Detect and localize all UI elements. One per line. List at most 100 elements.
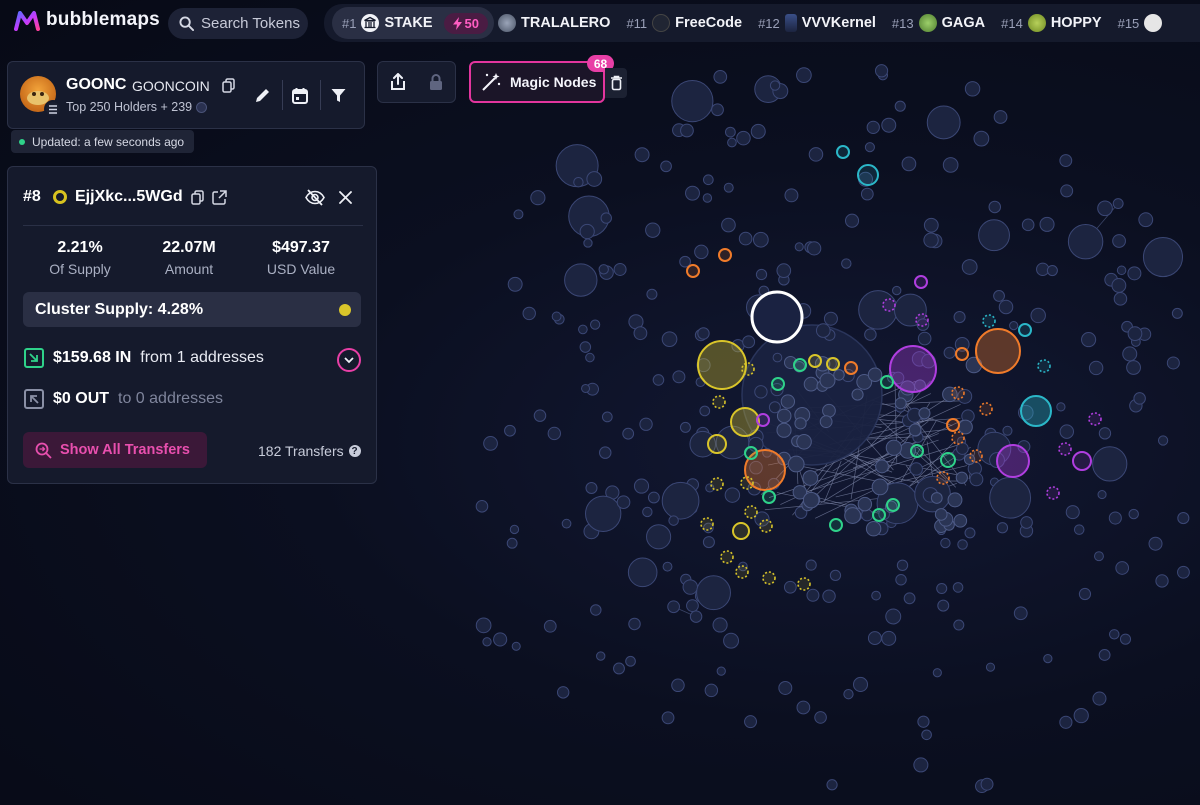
holder-bubble[interactable]: [661, 481, 700, 520]
holder-bubble[interactable]: [699, 405, 711, 417]
holder-bubble[interactable]: [978, 219, 1010, 252]
holder-bubble[interactable]: [998, 299, 1014, 315]
filter-button[interactable]: [327, 84, 349, 106]
holder-bubble[interactable]: [506, 537, 518, 549]
holder-bubble[interactable]: [493, 632, 508, 647]
cluster-bubble[interactable]: [946, 418, 960, 432]
holder-bubble[interactable]: [936, 582, 948, 595]
holder-bubble[interactable]: [742, 335, 756, 349]
cluster-bubble[interactable]: [915, 313, 929, 327]
holder-bubble[interactable]: [573, 177, 584, 188]
holder-bubble[interactable]: [953, 514, 968, 528]
holder-bubble[interactable]: [953, 619, 965, 631]
holder-bubble[interactable]: [881, 117, 897, 133]
holder-bubble[interactable]: [633, 326, 648, 341]
holder-bubble[interactable]: [822, 589, 836, 603]
holder-bubble[interactable]: [896, 559, 909, 571]
holder-bubble[interactable]: [1155, 574, 1169, 588]
holder-bubble[interactable]: [1092, 446, 1128, 482]
holder-bubble[interactable]: [561, 518, 572, 529]
cluster-bubble[interactable]: [793, 358, 807, 372]
holder-bubble[interactable]: [727, 137, 737, 148]
cluster-bubble[interactable]: [951, 431, 965, 445]
holder-bubble[interactable]: [851, 388, 864, 401]
holder-bubble[interactable]: [1073, 524, 1085, 535]
holder-bubble[interactable]: [996, 522, 1009, 534]
holder-bubble[interactable]: [1142, 237, 1184, 278]
holder-bubble[interactable]: [1113, 292, 1128, 306]
holder-bubble[interactable]: [913, 757, 929, 773]
cluster-supply-bar[interactable]: Cluster Supply: 4.28%: [23, 292, 361, 327]
cluster-bubble[interactable]: [951, 386, 965, 400]
calendar-button[interactable]: [289, 84, 311, 106]
holder-bubble[interactable]: [807, 241, 822, 256]
holder-bubble[interactable]: [667, 600, 680, 614]
lock-button[interactable]: [418, 62, 454, 102]
holder-bubble[interactable]: [551, 311, 562, 322]
holder-bubble[interactable]: [866, 120, 880, 135]
holder-address[interactable]: EjjXkc...5WGd: [75, 188, 183, 206]
cluster-bubble[interactable]: [1088, 412, 1102, 426]
holder-bubble[interactable]: [689, 610, 703, 623]
holder-bubble[interactable]: [475, 500, 489, 513]
holder-bubble[interactable]: [672, 370, 686, 384]
ticker-item-15[interactable]: #15: [1114, 4, 1175, 42]
holder-bubble[interactable]: [993, 290, 1005, 302]
holder-bubble[interactable]: [668, 515, 679, 526]
selected-holder-bubble[interactable]: [750, 290, 804, 344]
inflow-row[interactable]: $159.68 IN from 1 addresses: [24, 348, 264, 368]
holder-bubble[interactable]: [829, 569, 842, 582]
share-button[interactable]: [378, 62, 418, 102]
holder-bubble[interactable]: [930, 492, 943, 504]
cluster-bubble[interactable]: [1072, 451, 1092, 471]
holder-bubble[interactable]: [622, 427, 635, 440]
holder-bubble[interactable]: [660, 160, 672, 173]
holder-bubble[interactable]: [1002, 425, 1013, 436]
search-tokens-button[interactable]: Search Tokens: [168, 8, 308, 39]
holder-bubble[interactable]: [808, 147, 824, 162]
holder-bubble[interactable]: [784, 188, 799, 203]
cluster-bubble[interactable]: [1058, 442, 1072, 456]
cluster-bubble[interactable]: [969, 449, 983, 463]
cluster-bubble[interactable]: [936, 471, 950, 485]
holder-bubble[interactable]: [901, 156, 917, 172]
holder-bubble[interactable]: [755, 268, 768, 281]
holder-bubble[interactable]: [645, 222, 661, 238]
holder-bubble[interactable]: [780, 394, 796, 409]
holder-bubble[interactable]: [543, 619, 557, 633]
holder-bubble[interactable]: [864, 142, 875, 153]
holder-bubble[interactable]: [633, 478, 650, 494]
holder-bubble[interactable]: [564, 263, 598, 297]
holder-bubble[interactable]: [634, 147, 650, 163]
holder-bubble[interactable]: [652, 374, 665, 386]
holder-bubble[interactable]: [661, 711, 675, 725]
holder-bubble[interactable]: [1177, 565, 1190, 579]
holder-bubble[interactable]: [579, 223, 595, 240]
holder-bubble[interactable]: [1088, 360, 1104, 376]
holder-bubble[interactable]: [724, 126, 736, 138]
holder-bubble[interactable]: [802, 470, 819, 486]
cluster-bubble[interactable]: [735, 565, 749, 579]
holder-bubble[interactable]: [721, 217, 736, 233]
holder-bubble[interactable]: [1133, 392, 1146, 405]
holder-bubble[interactable]: [923, 217, 939, 233]
holder-bubble[interactable]: [1119, 633, 1132, 645]
cluster-bubble[interactable]: [710, 477, 724, 491]
holder-bubble[interactable]: [1111, 278, 1127, 293]
cluster-bubble[interactable]: [707, 434, 727, 454]
holder-bubble[interactable]: [917, 715, 930, 728]
holder-bubble[interactable]: [682, 579, 699, 595]
holder-bubble[interactable]: [918, 407, 931, 420]
cluster-bubble[interactable]: [797, 577, 811, 591]
holder-bubble[interactable]: [482, 637, 492, 647]
holder-bubble[interactable]: [769, 80, 781, 91]
holder-bubble[interactable]: [942, 157, 959, 173]
cluster-bubble[interactable]: [844, 361, 858, 375]
holder-bubble[interactable]: [921, 729, 932, 741]
holder-bubble[interactable]: [589, 319, 601, 330]
holder-bubble[interactable]: [894, 397, 907, 410]
holder-bubble[interactable]: [940, 537, 951, 549]
holder-bubble[interactable]: [934, 508, 948, 521]
holder-bubble[interactable]: [881, 630, 897, 646]
holder-bubble[interactable]: [833, 369, 845, 381]
